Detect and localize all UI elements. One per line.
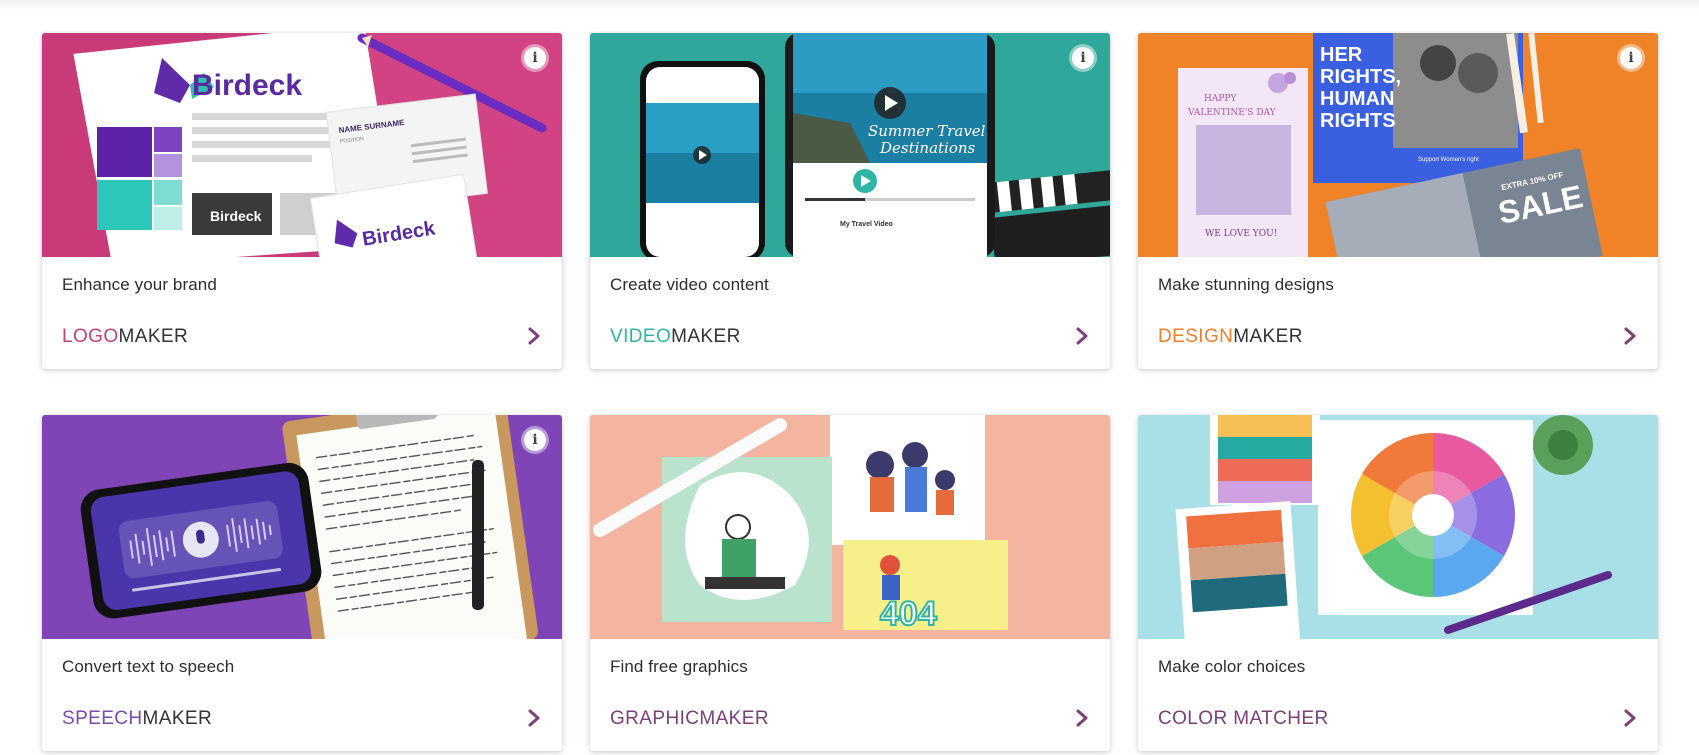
valentine-heading: HAPPY	[1204, 94, 1237, 104]
svg-text:WE LOVE YOU!: WE LOVE YOU!	[1205, 229, 1277, 239]
card-caption: Make stunning designs	[1158, 275, 1334, 294]
card-caption: Create video content	[610, 275, 769, 294]
card-caption: Convert text to speech	[62, 657, 235, 676]
designmaker-info-icon[interactable]: i	[1620, 47, 1642, 69]
error-404-text: 404	[880, 595, 937, 633]
poster-headline: HER	[1320, 44, 1363, 66]
tool-card-videomaker[interactable]: Summer Travel Destinations My Travel Vid…	[590, 33, 1110, 369]
chevron-right-icon[interactable]	[1620, 707, 1640, 729]
product-name-graphicmaker[interactable]: GRAPHICMAKER	[610, 708, 769, 730]
product-suffix: MAKER	[1233, 326, 1303, 347]
tool-card-color-matcher[interactable]: Make color choices COLOR MATCHER	[1138, 415, 1658, 751]
product-accent: VIDEO	[610, 326, 672, 347]
top-shade	[0, 0, 1699, 10]
product-name-logomaker[interactable]: LOGOMAKER	[62, 326, 188, 348]
speechmaker-info-icon[interactable]: i	[524, 429, 546, 451]
videomaker-thumbnail: Summer Travel Destinations My Travel Vid…	[590, 33, 1110, 257]
designmaker-thumbnail: HAPPY VALENTINE'S DAY WE LOVE YOU! HER R…	[1138, 33, 1658, 257]
product-name-designmaker[interactable]: DESIGNMAKER	[1158, 326, 1303, 348]
tool-card-designmaker[interactable]: HAPPY VALENTINE'S DAY WE LOVE YOU! HER R…	[1138, 33, 1658, 369]
logomaker-thumbnail: Birdeck Birdeck NAME SURNAME POSITION Bi…	[42, 33, 562, 257]
tool-card-logomaker[interactable]: Birdeck Birdeck NAME SURNAME POSITION Bi…	[42, 33, 562, 369]
svg-text:HUMAN: HUMAN	[1320, 88, 1394, 110]
product-name-color-matcher[interactable]: COLOR MATCHER	[1158, 708, 1329, 730]
product-suffix: MAKER	[671, 326, 741, 347]
product-accent: COLOR MATCHER	[1158, 708, 1329, 729]
svg-text:RIGHTS,: RIGHTS,	[1320, 66, 1401, 88]
product-accent: SPEECH	[62, 708, 143, 729]
card-caption: Find free graphics	[610, 657, 748, 676]
svg-text:VALENTINE'S DAY: VALENTINE'S DAY	[1187, 108, 1277, 118]
video-overlay-title: Summer Travel	[868, 122, 986, 140]
svg-text:Destinations: Destinations	[879, 139, 976, 157]
svg-text:Birdeck: Birdeck	[210, 208, 262, 224]
chevron-right-icon[interactable]	[1072, 325, 1092, 347]
product-name-speechmaker[interactable]: SPEECHMAKER	[62, 708, 212, 730]
tool-card-speechmaker[interactable]: i Convert text to speech SPEECHMAKER	[42, 415, 562, 751]
chevron-right-icon[interactable]	[1072, 707, 1092, 729]
product-accent: GRAPHICMAKER	[610, 708, 769, 729]
color-matcher-thumbnail	[1138, 415, 1658, 639]
videomaker-info-icon[interactable]: i	[1072, 47, 1094, 69]
svg-text:Support Women's right: Support Women's right	[1418, 157, 1479, 163]
product-suffix: MAKER	[118, 326, 189, 347]
card-caption: Enhance your brand	[62, 275, 217, 294]
graphicmaker-thumbnail: 404	[590, 415, 1110, 639]
card-caption: Make color choices	[1158, 657, 1306, 676]
birdeck-logo-text: Birdeck	[192, 69, 302, 102]
chevron-right-icon[interactable]	[524, 325, 544, 347]
speechmaker-thumbnail: i	[42, 415, 562, 639]
chevron-right-icon[interactable]	[1620, 325, 1640, 347]
product-accent: LOGO	[62, 326, 119, 347]
logomaker-info-icon[interactable]: i	[524, 47, 546, 69]
product-name-videomaker[interactable]: VIDEOMAKER	[610, 326, 741, 348]
product-accent: DESIGN	[1158, 326, 1234, 347]
tool-card-graphicmaker[interactable]: 404 Find free graphics GRAPHICMAKER	[590, 415, 1110, 751]
svg-text:RIGHTS: RIGHTS	[1320, 110, 1396, 132]
video-title-label: My Travel Video	[840, 221, 893, 228]
product-suffix: MAKER	[142, 708, 213, 729]
chevron-right-icon[interactable]	[524, 707, 544, 729]
